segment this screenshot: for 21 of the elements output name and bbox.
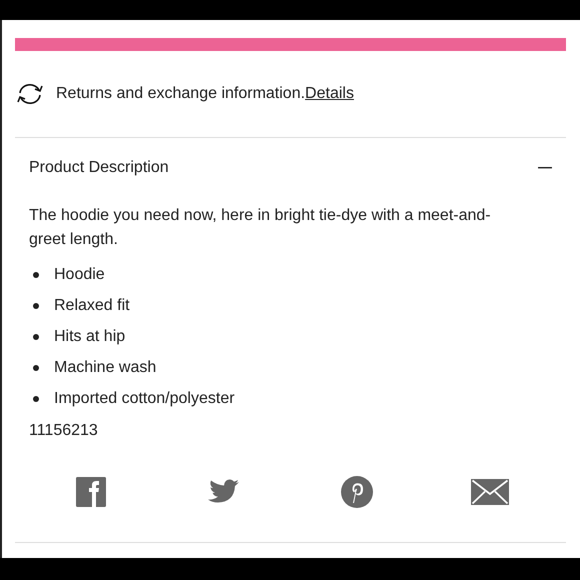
refresh-icon — [15, 82, 45, 106]
item-number: 11156213 — [29, 422, 99, 440]
minus-icon — [538, 167, 552, 169]
square-logo-icon[interactable] — [76, 477, 106, 507]
bullet-icon — [33, 396, 39, 402]
description-text: The hoodie you need now, here in bright tie-dye with a meet-and-greet length. — [29, 206, 492, 250]
mail-icon[interactable] — [470, 479, 509, 505]
feature-text: Hoodie — [54, 266, 105, 284]
feature-text: Imported cotton/polyester — [54, 390, 235, 408]
feature-text: Machine wash — [54, 358, 156, 376]
feature-text: Hits at hip — [54, 328, 126, 346]
bullet-icon — [33, 364, 39, 370]
bullet-icon — [33, 272, 39, 278]
bullet-icon — [33, 334, 39, 340]
details-link[interactable]: Details — [305, 85, 354, 103]
section-title: Product Description — [29, 159, 169, 177]
pin-circle-icon[interactable] — [340, 476, 373, 508]
bullet-icon — [33, 302, 39, 308]
bird-icon[interactable] — [208, 479, 240, 505]
feature-text: Relaxed fit — [54, 296, 130, 314]
returns-text: Returns and exchange information. — [56, 85, 306, 103]
